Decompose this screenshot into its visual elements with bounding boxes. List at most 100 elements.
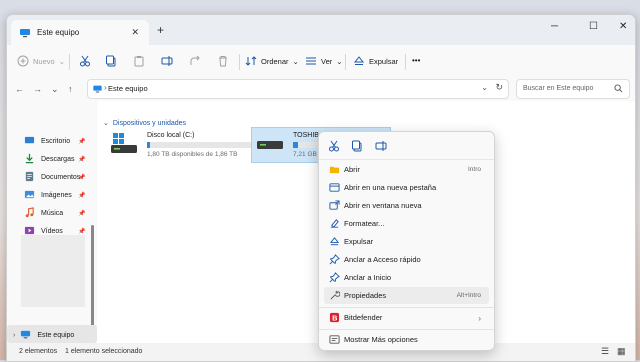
sidebar-item-descargas[interactable]: Descargas 📌 bbox=[24, 153, 85, 165]
breadcrumb-separator-icon: › bbox=[104, 83, 107, 92]
share-button[interactable] bbox=[189, 55, 201, 67]
pin-icon: 📌 bbox=[78, 156, 86, 163]
menu-item-open-new-window[interactable]: Abrir en ventana nueva bbox=[324, 197, 489, 214]
delete-button[interactable] bbox=[217, 55, 229, 67]
selection-count: 1 elemento seleccionado bbox=[65, 348, 143, 355]
address-bar[interactable]: › Este equipo ⌄ ↻ bbox=[87, 79, 509, 99]
divider bbox=[69, 54, 70, 70]
pin-icon: 📌 bbox=[78, 192, 86, 199]
computer-icon bbox=[20, 329, 32, 341]
sort-label: Ordenar bbox=[261, 56, 289, 66]
menu-item-pin-start[interactable]: Anclar a Inicio bbox=[324, 269, 489, 286]
menu-item-bitdefender[interactable]: B Bitdefender › bbox=[324, 309, 489, 326]
menu-item-label: Abrir bbox=[344, 165, 360, 174]
search-input[interactable]: Buscar en Este equipo bbox=[516, 79, 630, 99]
paste-button[interactable] bbox=[133, 55, 145, 67]
menu-item-label: Bitdefender bbox=[344, 313, 383, 322]
menu-item-properties[interactable]: Propiedades Alt+Intro bbox=[324, 287, 489, 304]
menu-item-show-more-options[interactable]: Mostrar Más opciones bbox=[324, 331, 489, 348]
new-tab-button[interactable]: + bbox=[157, 23, 164, 37]
cut-button[interactable] bbox=[79, 55, 91, 67]
sidebar-item-imagenes[interactable]: Imágenes 📌 bbox=[24, 189, 85, 201]
more-options-button[interactable]: ••• bbox=[412, 56, 420, 65]
chevron-down-icon: ⌄ bbox=[58, 56, 65, 66]
bitdefender-icon: B bbox=[329, 312, 340, 325]
menu-item-label: Formatear... bbox=[344, 219, 385, 228]
chevron-down-icon: ⌄ bbox=[103, 120, 109, 127]
breadcrumb-este-equipo[interactable]: Este equipo bbox=[108, 84, 148, 93]
tiles-view-icon[interactable]: ▦ bbox=[617, 346, 626, 357]
menu-item-format[interactable]: Formatear... bbox=[324, 215, 489, 232]
sidebar-item-musica[interactable]: Música 📌 bbox=[24, 207, 85, 219]
scissors-icon[interactable] bbox=[328, 140, 340, 152]
sidebar-item-label: Vídeos bbox=[41, 227, 63, 235]
drive-c[interactable]: Disco local (C:) 1,80 TB disponibles de … bbox=[107, 129, 257, 163]
paste-icon bbox=[133, 55, 145, 67]
section-header[interactable]: ⌄ Dispositivos y unidades bbox=[103, 119, 186, 128]
eject-icon bbox=[329, 236, 340, 249]
sort-icon bbox=[245, 55, 257, 67]
up-arrow-icon[interactable]: ↑ bbox=[68, 84, 73, 94]
pin-icon: 📌 bbox=[78, 174, 86, 181]
chevron-right-icon[interactable]: › bbox=[13, 332, 15, 339]
copy-icon[interactable] bbox=[351, 140, 363, 152]
sidebar-scrollbar[interactable] bbox=[91, 225, 94, 341]
menu-item-pin-quick-access[interactable]: Anclar a Acceso rápido bbox=[324, 251, 489, 268]
close-window-button[interactable]: ✕ bbox=[619, 21, 627, 32]
sidebar-item-escritorio[interactable]: Escritorio 📌 bbox=[24, 135, 85, 147]
back-arrow-icon[interactable]: ← bbox=[15, 84, 24, 94]
maximize-button[interactable]: ☐ bbox=[589, 21, 598, 32]
minimize-button[interactable]: ─ bbox=[551, 21, 558, 32]
music-icon bbox=[24, 207, 36, 219]
pin-icon: 📌 bbox=[78, 138, 86, 145]
close-tab-icon[interactable]: ✕ bbox=[131, 27, 139, 38]
menu-item-open-new-tab[interactable]: Abrir en una nueva pestaña bbox=[324, 179, 489, 196]
chevron-down-icon[interactable]: ⌄ bbox=[481, 83, 488, 92]
menu-item-label: Anclar a Acceso rápido bbox=[344, 255, 421, 264]
copy-button[interactable] bbox=[105, 55, 117, 67]
sidebar-item-label: Este equipo bbox=[37, 331, 75, 339]
new-label: Nuevo bbox=[33, 56, 55, 66]
menu-item-shortcut: Alt+Intro bbox=[456, 292, 481, 299]
menu-item-label: Abrir en una nueva pestaña bbox=[344, 183, 437, 192]
menu-item-abrir[interactable]: Abrir Intro bbox=[324, 161, 489, 178]
drive-usage-fill bbox=[293, 142, 298, 148]
forward-arrow-icon[interactable]: → bbox=[33, 84, 42, 94]
tab-title: Este equipo bbox=[37, 28, 80, 37]
image-icon bbox=[24, 189, 36, 201]
eject-icon bbox=[353, 55, 365, 67]
document-icon bbox=[24, 171, 36, 183]
usb-drive-icon bbox=[257, 139, 285, 153]
rename-icon[interactable] bbox=[375, 140, 387, 152]
pin-icon: 📌 bbox=[78, 210, 86, 217]
sidebar-item-documentos[interactable]: Documentos 📌 bbox=[24, 171, 85, 183]
drive-usage-bar bbox=[147, 142, 251, 148]
context-menu: Abrir Intro Abrir en una nueva pestaña A… bbox=[318, 131, 495, 351]
menu-item-label: Propiedades bbox=[344, 291, 387, 300]
sort-button[interactable]: Ordenar ⌄ bbox=[245, 55, 299, 67]
divider bbox=[345, 54, 346, 70]
refresh-icon[interactable]: ↻ bbox=[495, 82, 503, 93]
scissors-icon bbox=[79, 55, 91, 67]
eject-label: Expulsar bbox=[369, 56, 399, 66]
recent-chevron-icon[interactable]: ⌄ bbox=[51, 84, 59, 95]
details-view-icon[interactable]: ☰ bbox=[601, 346, 609, 357]
sidebar-item-label: Escritorio bbox=[41, 137, 71, 145]
rename-button[interactable] bbox=[161, 55, 173, 67]
drive-usage-fill bbox=[147, 142, 151, 148]
divider bbox=[239, 54, 240, 70]
eject-button[interactable]: Expulsar bbox=[353, 55, 398, 67]
new-tab-icon bbox=[329, 182, 340, 195]
more-options-icon bbox=[329, 334, 340, 347]
menu-item-eject[interactable]: Expulsar bbox=[324, 233, 489, 250]
sidebar-item-label: Descargas bbox=[41, 155, 75, 163]
view-button[interactable]: Ver ⌄ bbox=[305, 55, 343, 67]
folder-icon bbox=[329, 164, 340, 177]
pin-icon: 📌 bbox=[78, 228, 86, 235]
tab-este-equipo[interactable]: Este equipo ✕ bbox=[11, 20, 149, 45]
sidebar-item-este-equipo[interactable]: › Este equipo bbox=[13, 329, 74, 341]
new-button[interactable]: Nuevo ⌄ bbox=[17, 55, 65, 67]
new-window-icon bbox=[329, 200, 340, 213]
plus-circle-icon bbox=[17, 55, 29, 67]
trash-icon bbox=[217, 55, 229, 67]
